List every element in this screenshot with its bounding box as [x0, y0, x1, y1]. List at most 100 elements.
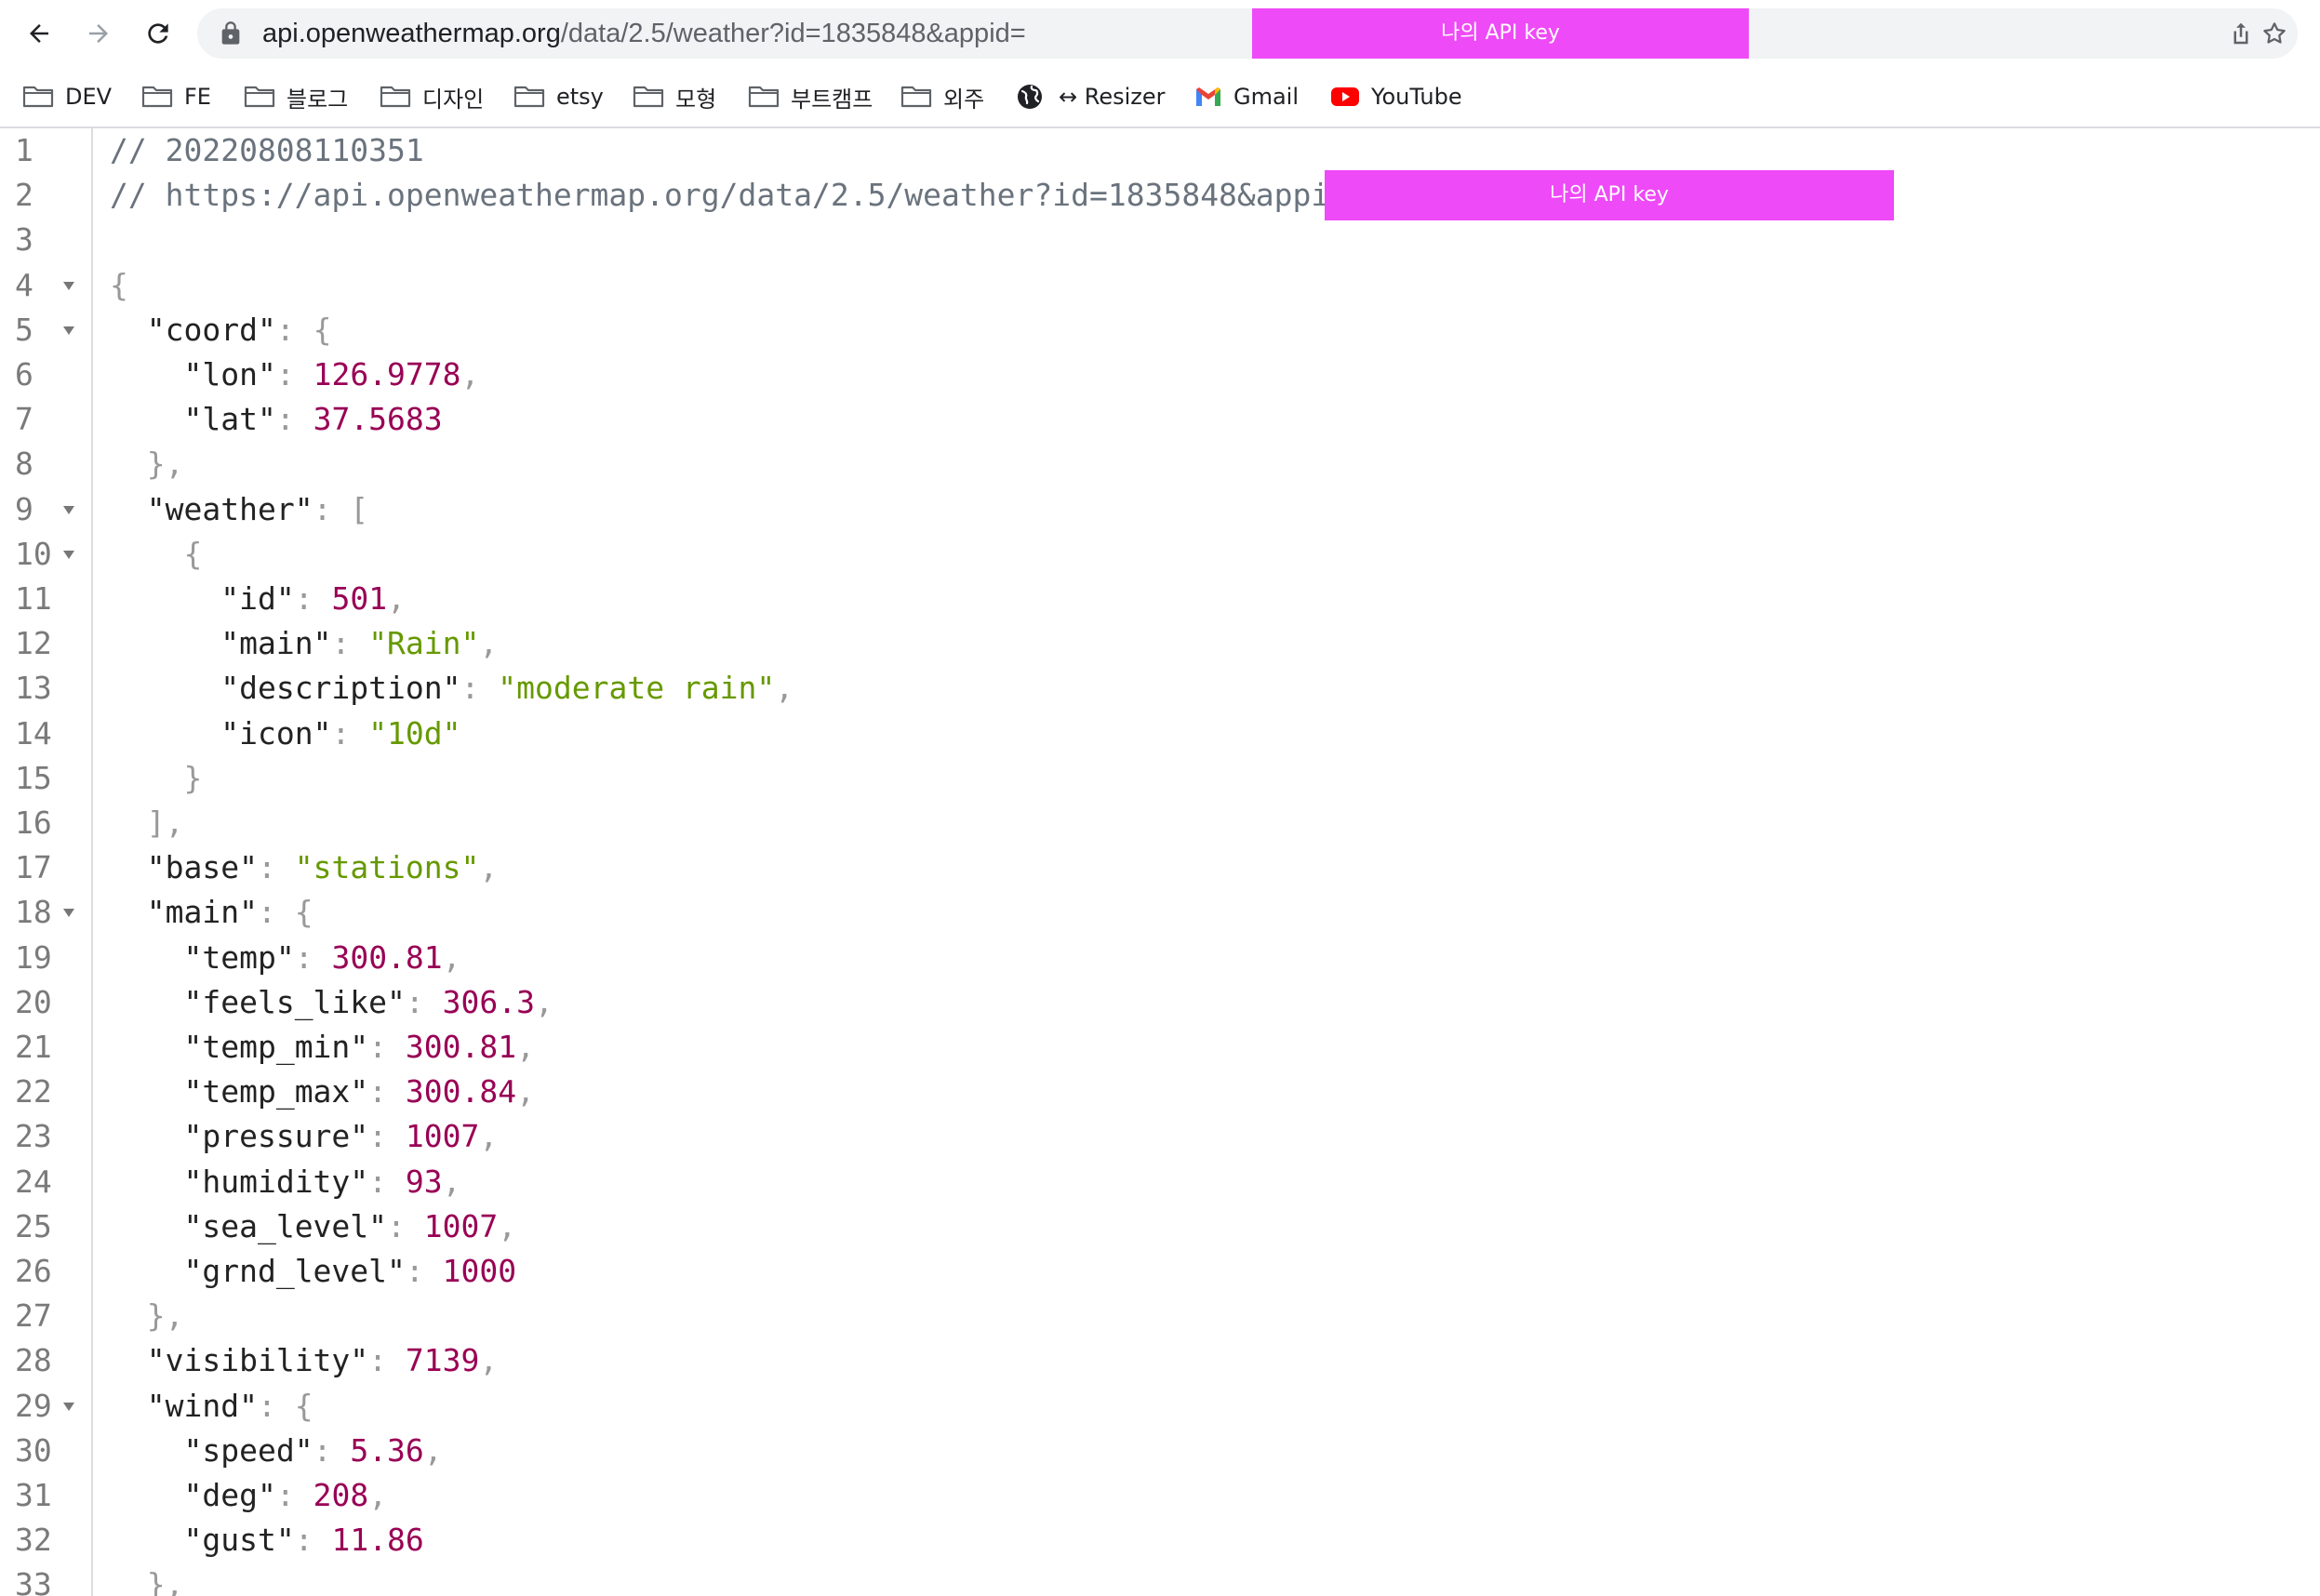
bookmark-label: 외주: [943, 86, 985, 113]
code-line: 32 "gust": 11.86: [0, 1518, 2320, 1563]
json-value: 1000: [442, 1253, 517, 1289]
code-text: "temp_max": 300.84,: [110, 1070, 535, 1114]
comma: ,: [442, 938, 461, 976]
bookmark-resizer[interactable]: ↔ Resizer: [1059, 80, 1166, 113]
code-line: 5 "coord": {: [0, 308, 2320, 352]
fold-toggle-icon[interactable]: [61, 279, 76, 292]
bookmark-folder-blog[interactable]: 블로그: [244, 80, 348, 113]
code-text: ],: [110, 801, 184, 845]
json-key: "main": [146, 894, 258, 931]
json-key: "wind": [146, 1387, 258, 1424]
code-line: 31 "deg": 208,: [0, 1473, 2320, 1518]
code-text: },: [110, 1294, 184, 1338]
code-text: "main": {: [110, 890, 313, 935]
json-key: "gust": [183, 1522, 295, 1559]
code-line: 19 "temp": 300.81,: [0, 936, 2320, 980]
star-icon[interactable]: [2260, 20, 2288, 47]
code-text: "temp_min": 300.81,: [110, 1025, 535, 1070]
comma: ,: [460, 356, 480, 392]
json-value: "10d": [368, 714, 461, 751]
folder-icon: [380, 85, 411, 109]
bookmark-folder-bootcamp[interactable]: 부트캠프: [748, 80, 873, 113]
gmail-icon: [1194, 86, 1222, 108]
share-icon[interactable]: [2227, 20, 2255, 47]
line-number: 22: [15, 1073, 52, 1111]
json-value: 300.81: [405, 1029, 517, 1065]
bookmark-label: 부트캠프: [791, 86, 873, 113]
code-text: "grnd_level": 1000: [110, 1249, 516, 1294]
json-value: 5.36: [350, 1431, 424, 1469]
fold-toggle-icon[interactable]: [61, 324, 76, 337]
bookmark-folder-etsy[interactable]: etsy: [513, 80, 604, 113]
json-key: "base": [146, 849, 258, 886]
line-number: 1: [15, 132, 33, 168]
json-key: "description": [220, 670, 461, 707]
json-value: 208: [313, 1477, 369, 1513]
code-text: "icon": "10d": [110, 712, 461, 756]
code-line: 6 "lon": 126.9778,: [0, 352, 2320, 397]
fold-toggle-icon[interactable]: [61, 1400, 76, 1413]
code-text: },: [110, 442, 184, 486]
json-key: "temp_max": [183, 1073, 369, 1111]
json-key: "coord": [146, 311, 276, 348]
json-key: "sea_level": [183, 1207, 388, 1244]
code-text: "speed": 5.36,: [110, 1429, 443, 1473]
code-text: {: [110, 532, 202, 577]
bookmark-globe[interactable]: [1016, 80, 1055, 113]
forward-button[interactable]: [76, 11, 121, 56]
lock-icon[interactable]: [218, 20, 244, 47]
json-key: "id": [220, 580, 295, 617]
json-value: 11.86: [331, 1522, 424, 1559]
address-bar[interactable]: api.openweathermap.org/data/2.5/weather?…: [197, 8, 2298, 59]
colon: :: [368, 1118, 406, 1155]
json-key: "lon": [183, 356, 276, 392]
bookmark-folder-design[interactable]: 디자인: [380, 80, 484, 113]
bracket: },: [146, 446, 184, 483]
bracket: {: [110, 266, 128, 303]
json-value: 93: [405, 1163, 443, 1200]
line-number: 3: [15, 221, 33, 259]
line-number: 5: [15, 311, 33, 348]
reload-button[interactable]: [136, 11, 180, 56]
bookmark-youtube[interactable]: YouTube: [1330, 80, 1462, 113]
json-key: "pressure": [183, 1118, 369, 1155]
comma: ,: [479, 1118, 499, 1155]
comma: ,: [423, 1431, 443, 1469]
fold-toggle-icon[interactable]: [61, 503, 76, 516]
browser-toolbar: api.openweathermap.org/data/2.5/weather?…: [0, 0, 2320, 67]
bracket: : {: [257, 894, 313, 931]
line-number: 4: [15, 266, 33, 303]
comma: ,: [516, 1029, 536, 1065]
code-text: "base": "stations",: [110, 845, 499, 890]
line-number: 30: [15, 1431, 52, 1469]
line-number: 10: [15, 535, 52, 572]
folder-icon: [513, 85, 545, 109]
bookmark-folder-dev[interactable]: DEV: [22, 80, 112, 113]
url-text[interactable]: api.openweathermap.org/data/2.5/weather?…: [262, 8, 1026, 59]
comma: ,: [479, 849, 499, 886]
line-number: 13: [15, 670, 52, 707]
bookmark-label: ↔ Resizer: [1059, 84, 1166, 110]
colon: :: [257, 849, 295, 886]
bookmark-folder-model[interactable]: 모형: [633, 80, 716, 113]
code-text: "feels_like": 306.3,: [110, 980, 553, 1025]
back-button[interactable]: [17, 11, 61, 56]
api-key-redaction: 나의 API key: [1252, 8, 1749, 59]
line-number: 12: [15, 625, 52, 662]
json-value: "Rain": [368, 625, 480, 662]
code-text: "description": "moderate rain",: [110, 666, 793, 711]
code-text: "weather": [: [110, 487, 368, 532]
fold-toggle-icon[interactable]: [61, 548, 76, 561]
json-key: "temp": [183, 938, 295, 976]
code-text: },: [110, 1563, 184, 1596]
code-text: {: [110, 263, 128, 308]
bookmark-folder-fe[interactable]: FE: [141, 80, 211, 113]
bookmark-gmail[interactable]: Gmail: [1194, 80, 1299, 113]
bookmark-folder-outsourcing[interactable]: 외주: [900, 80, 984, 113]
line-number: 26: [15, 1253, 52, 1289]
code-line: 20 "feels_like": 306.3,: [0, 980, 2320, 1025]
json-value: 37.5683: [313, 401, 443, 438]
bracket: {: [183, 535, 203, 572]
fold-toggle-icon[interactable]: [61, 906, 76, 919]
comma: ,: [498, 1207, 517, 1244]
